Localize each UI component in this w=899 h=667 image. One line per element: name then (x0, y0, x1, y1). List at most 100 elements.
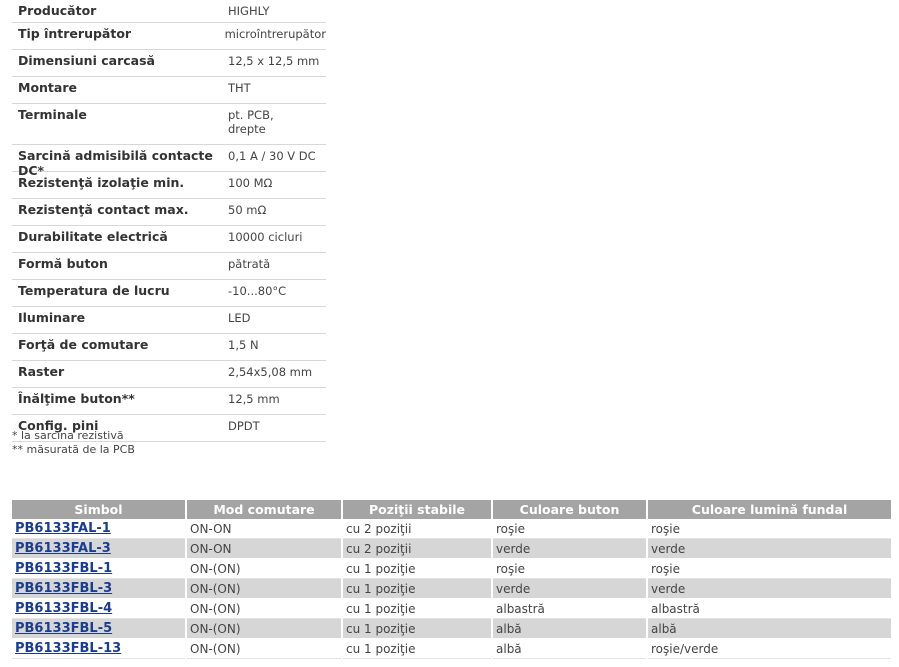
spec-row: Iluminare LED (12, 307, 326, 334)
product-link[interactable]: PB6133FBL-4 (15, 601, 112, 616)
spec-row: Producător HIGHLY (12, 0, 326, 23)
spec-label: Rezistenţă izolaţie min. (18, 175, 185, 190)
table-row: PB6133FBL-1 ON-(ON) cu 1 poziţie roşie roşie (12, 558, 891, 579)
spec-row: Montare THT (12, 77, 326, 104)
spec-label: Înălţime buton** (18, 391, 135, 406)
column-header: Culoare lumină fundal (647, 500, 891, 519)
spec-value: 2,54x5,08 mm (220, 361, 326, 387)
table-cell: roşie (647, 519, 891, 539)
spec-label: Raster (18, 364, 65, 379)
table-row: PB6133FBL-3 ON-(ON) cu 1 poziţie verde verde (12, 578, 891, 599)
spec-value: HIGHLY (220, 0, 326, 22)
spec-row: Temperatura de lucru -10...80°C (12, 280, 326, 307)
spec-value: 10000 cicluri (220, 226, 326, 252)
spec-label: Producător (18, 3, 97, 18)
symbol-cell: PB6133FBL-13 (12, 638, 187, 659)
spec-value: 50 mΩ (220, 199, 326, 225)
table-cell: ON-(ON) (186, 618, 343, 639)
table-cell: roşie (647, 558, 891, 579)
product-link[interactable]: PB6133FBL-13 (15, 641, 121, 656)
table-row: PB6133FAL-1 ON-ON cu 2 poziţii roşie roşie (12, 519, 891, 539)
column-header: Mod comutare (186, 500, 343, 519)
spec-label: Dimensiuni carcasă (18, 53, 155, 68)
spec-label: Tip întrerupător (18, 26, 132, 41)
spec-label: Formă buton (18, 256, 108, 271)
spec-label: Forţă de comutare (18, 337, 149, 352)
spec-value: -10...80°C (220, 280, 326, 306)
spec-row: Sarcină admisibilă contacte DC* 0,1 A / 3… (12, 145, 326, 178)
spec-value: 1,5 N (220, 334, 326, 360)
spec-value: 12,5 mm (220, 388, 326, 414)
spec-row: Forţă de comutare 1,5 N (12, 334, 326, 361)
spec-row: Dimensiuni carcasă 12,5 x 12,5 mm (12, 50, 326, 77)
table-cell: cu 1 poziţie (342, 598, 493, 619)
table-cell: albastră (492, 598, 648, 619)
table-row: PB6133FBL-5 ON-(ON) cu 1 poziţie albă albă (12, 618, 891, 639)
table-cell: albă (492, 618, 648, 639)
symbol-cell: PB6133FAL-1 (12, 519, 187, 539)
table-cell: ON-(ON) (186, 638, 343, 659)
symbol-cell: PB6133FBL-3 (12, 578, 187, 599)
spec-row: Durabilitate electrică 10000 cicluri (12, 226, 326, 253)
spec-value: 12,5 x 12,5 mm (220, 50, 326, 76)
spec-label: Sarcină admisibilă contacte DC* (18, 148, 213, 178)
spec-value: DPDT (220, 415, 326, 441)
product-link[interactable]: PB6133FAL-3 (15, 541, 111, 556)
table-cell: albastră (647, 598, 891, 619)
spec-value: microîntrerupător (216, 23, 326, 49)
table-cell: ON-ON (186, 519, 343, 539)
specs-table: Producător HIGHLY Tip întrerupător microînt… (12, 0, 326, 442)
spec-label: Durabilitate electrică (18, 229, 168, 244)
spec-row: Formă buton pătrată (12, 253, 326, 280)
spec-value: pt. PCB, drepte (220, 104, 326, 144)
column-header: Culoare buton (492, 500, 648, 519)
column-header: Poziţii stabile (342, 500, 493, 519)
table-cell: verde (647, 538, 891, 559)
spec-value: 0,1 A / 30 V DC (220, 145, 326, 171)
spec-row: Rezistenţă contact max. 50 mΩ (12, 199, 326, 226)
product-link[interactable]: PB6133FBL-3 (15, 581, 112, 596)
table-cell: verde (647, 578, 891, 599)
table-row: PB6133FBL-13 ON-(ON) cu 1 poziţie albă roşie… (12, 638, 891, 659)
symbol-cell: PB6133FBL-5 (12, 618, 187, 639)
table-cell: albă (647, 618, 891, 639)
table-cell: cu 1 poziţie (342, 578, 493, 599)
product-link[interactable]: PB6133FBL-5 (15, 621, 112, 636)
spec-label: Montare (18, 80, 77, 95)
table-cell: ON-(ON) (186, 578, 343, 599)
table-cell: verde (492, 578, 648, 599)
spec-row: Înălţime buton** 12,5 mm (12, 388, 326, 415)
table-row: PB6133FBL-4 ON-(ON) cu 1 poziţie albastră al… (12, 598, 891, 619)
spec-row: Rezistenţă izolaţie min. 100 MΩ (12, 172, 326, 199)
footnote: * la sarcina rezistivă (12, 429, 124, 442)
symbol-cell: PB6133FBL-1 (12, 558, 187, 579)
table-cell: roşie (492, 519, 648, 539)
table-cell: cu 1 poziţie (342, 558, 493, 579)
product-link[interactable]: PB6133FBL-1 (15, 561, 112, 576)
product-link[interactable]: PB6133FAL-1 (15, 521, 111, 536)
products-table: Simbol Mod comutare Poziţii stabile Culoare… (12, 500, 891, 659)
spec-value: THT (220, 77, 326, 103)
table-cell: ON-ON (186, 538, 343, 559)
symbol-cell: PB6133FAL-3 (12, 538, 187, 559)
table-cell: verde (492, 538, 648, 559)
spec-label: Terminale (18, 107, 87, 122)
spec-row: Terminale pt. PCB, drepte (12, 104, 326, 145)
table-cell: ON-(ON) (186, 558, 343, 579)
table-cell: cu 1 poziţie (342, 638, 493, 659)
table-cell: cu 2 poziţii (342, 519, 493, 539)
spec-value: pătrată (220, 253, 326, 279)
footnotes: * la sarcina rezistivă ** măsurată de la … (12, 429, 135, 457)
products-header-row: Simbol Mod comutare Poziţii stabile Culoare… (12, 500, 891, 519)
spec-value: 100 MΩ (220, 172, 326, 198)
symbol-cell: PB6133FBL-4 (12, 598, 187, 619)
column-header: Simbol (12, 500, 187, 519)
table-cell: cu 2 poziţii (342, 538, 493, 559)
table-row: PB6133FAL-3 ON-ON cu 2 poziţii verde verde (12, 538, 891, 559)
table-cell: albă (492, 638, 648, 659)
footnote: ** măsurată de la PCB (12, 443, 135, 456)
spec-label: Iluminare (18, 310, 86, 325)
spec-row: Raster 2,54x5,08 mm (12, 361, 326, 388)
spec-label: Rezistenţă contact max. (18, 202, 189, 217)
table-cell: roşie/verde (647, 638, 891, 659)
